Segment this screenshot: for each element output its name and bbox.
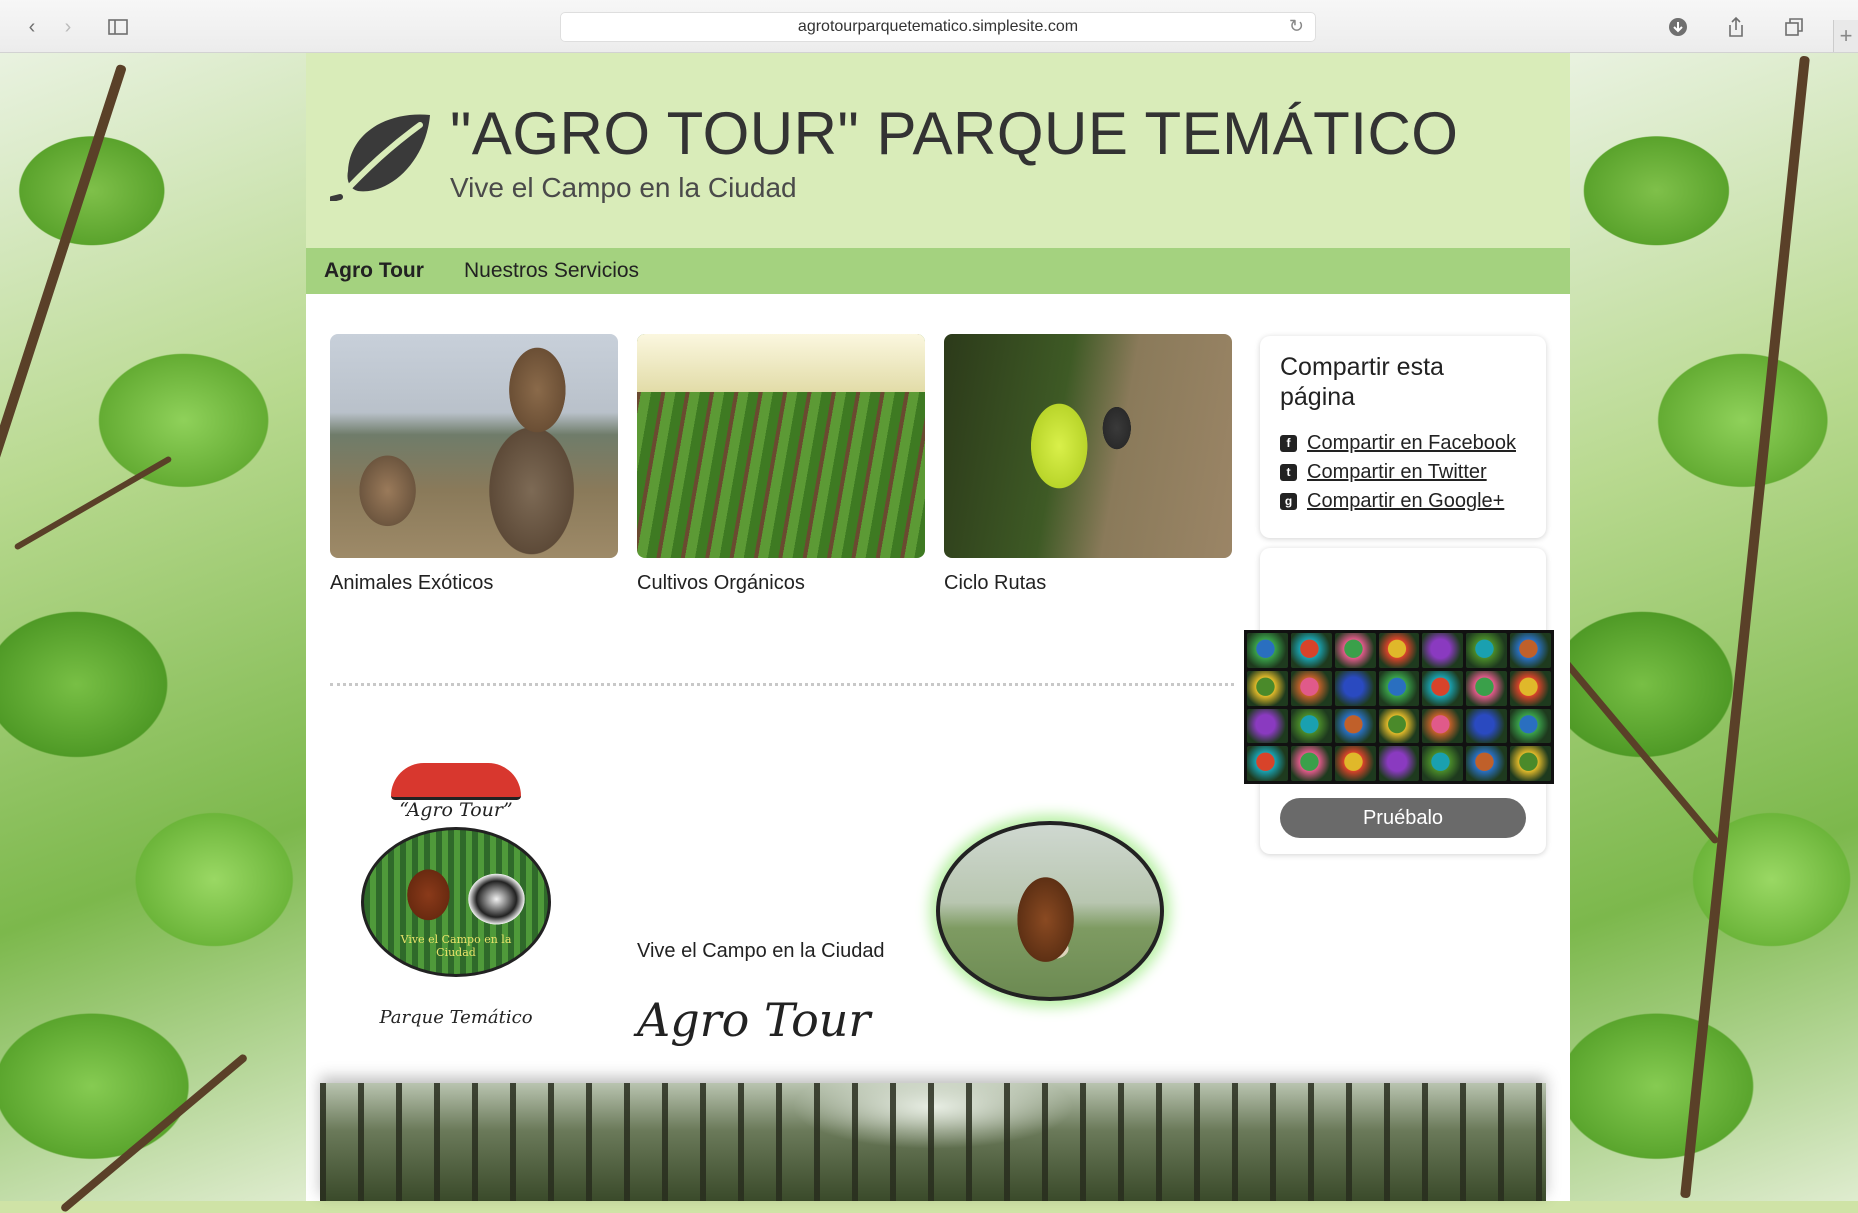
bird-photo-tile: [1378, 633, 1420, 668]
promo-box: Pruébalo: [1244, 548, 1554, 854]
reload-icon[interactable]: ↻: [1289, 16, 1304, 37]
bird-photo-tile: [1510, 746, 1551, 781]
bird-photo-tile: [1510, 670, 1551, 706]
page-container: "AGRO TOUR" PARQUE TEMÁTICO Vive el Camp…: [306, 53, 1570, 1201]
ostrich-image[interactable]: [330, 334, 618, 558]
share-twitter-link[interactable]: t Compartir en Twitter: [1280, 461, 1487, 484]
bird-photo-tile: [1422, 670, 1464, 706]
dotted-divider: [330, 683, 1234, 686]
bird-photo-tile: [1334, 633, 1376, 668]
twitter-icon: t: [1280, 464, 1297, 481]
feature-animales[interactable]: Animales Exóticos: [330, 334, 618, 595]
new-tab-icon[interactable]: +: [1833, 20, 1858, 52]
bird-photo-tile: [1290, 633, 1332, 668]
birds-collage-image[interactable]: [1244, 630, 1554, 784]
site-title: "AGRO TOUR" PARQUE TEMÁTICO: [450, 100, 1459, 167]
site-header: "AGRO TOUR" PARQUE TEMÁTICO Vive el Camp…: [306, 53, 1570, 248]
horse-image: [936, 821, 1164, 1001]
bird-photo-tile: [1378, 746, 1420, 781]
url-text: agrotourparquetematico.simplesite.com: [797, 18, 1079, 35]
hat-shape: [391, 763, 521, 800]
bird-photo-tile: [1422, 633, 1464, 668]
address-bar[interactable]: agrotourparquetematico.simplesite.com ↻: [560, 12, 1316, 42]
forward-icon[interactable]: ›: [52, 12, 84, 42]
share-icon[interactable]: [1720, 12, 1752, 42]
facebook-icon: f: [1280, 435, 1297, 452]
forest-banner-image: [320, 1083, 1546, 1201]
feature-caption[interactable]: Cultivos Orgánicos: [637, 572, 925, 595]
bird-photo-tile: [1378, 670, 1420, 706]
badge-bottom-text: Parque Temático: [379, 1007, 533, 1028]
bird-photo-tile: [1290, 746, 1332, 781]
feature-ciclo-rutas[interactable]: Ciclo Rutas: [944, 334, 1232, 595]
bird-photo-tile: [1510, 708, 1551, 744]
bird-photo-tile: [1247, 708, 1288, 744]
share-google-label[interactable]: Compartir en Google+: [1307, 490, 1504, 513]
back-icon[interactable]: ‹: [16, 12, 48, 42]
cycling-image[interactable]: [944, 334, 1232, 558]
bird-photo-tile: [1290, 670, 1332, 706]
bird-photo-tile: [1422, 746, 1464, 781]
leaf-icon: [330, 114, 430, 201]
site-subtitle: Vive el Campo en la Ciudad: [450, 172, 797, 203]
background-leaves-left: [0, 53, 306, 1213]
agro-tour-script-logo: Agro Tour: [637, 993, 871, 1047]
share-google-link[interactable]: g Compartir en Google+: [1280, 490, 1504, 513]
feature-caption[interactable]: Animales Exóticos: [330, 572, 618, 595]
crops-image[interactable]: [637, 334, 925, 558]
bird-photo-tile: [1466, 633, 1508, 668]
bird-photo-tile: [1334, 708, 1376, 744]
share-facebook-link[interactable]: f Compartir en Facebook: [1280, 432, 1516, 455]
bird-photo-tile: [1247, 633, 1288, 668]
feature-caption[interactable]: Ciclo Rutas: [944, 572, 1232, 595]
agro-tour-logo: “Agro Tour” Vive el Campo en la Ciudad P…: [361, 763, 601, 1043]
sidebar-icon[interactable]: [102, 12, 134, 42]
bird-photo-tile: [1247, 746, 1288, 781]
google-plus-icon: g: [1280, 493, 1297, 510]
bird-photo-tile: [1422, 708, 1464, 744]
main-nav: Agro Tour Nuestros Servicios: [306, 248, 1570, 294]
share-facebook-label[interactable]: Compartir en Facebook: [1307, 432, 1516, 455]
bird-photo-tile: [1334, 670, 1376, 706]
share-twitter-label[interactable]: Compartir en Twitter: [1307, 461, 1487, 484]
share-box: Compartir esta página f Compartir en Fac…: [1260, 336, 1546, 538]
bird-photo-tile: [1247, 670, 1288, 706]
feature-cultivos[interactable]: Cultivos Orgánicos: [637, 334, 925, 595]
share-title: Compartir esta página: [1280, 353, 1444, 411]
bird-photo-tile: [1466, 746, 1508, 781]
badge-ribbon-text: Vive el Campo en la Ciudad: [400, 933, 512, 959]
tabs-icon[interactable]: [1778, 12, 1810, 42]
bird-photo-tile: [1510, 633, 1551, 668]
browser-toolbar: ‹ › agrotourparquetematico.simplesite.co…: [0, 0, 1858, 53]
nav-item-agro-tour[interactable]: Agro Tour: [324, 248, 424, 294]
tagline-text: Vive el Campo en la Ciudad: [637, 940, 885, 962]
try-button[interactable]: Pruébalo: [1280, 798, 1526, 838]
bird-photo-tile: [1334, 746, 1376, 781]
badge-top-text: “Agro Tour”: [399, 799, 513, 821]
bird-photo-tile: [1466, 670, 1508, 706]
nav-item-nuestros-servicios[interactable]: Nuestros Servicios: [464, 248, 639, 294]
bird-photo-tile: [1290, 708, 1332, 744]
bird-photo-tile: [1466, 708, 1508, 744]
background-leaves-right: [1547, 53, 1858, 1201]
download-icon[interactable]: [1662, 12, 1694, 42]
bird-photo-tile: [1378, 708, 1420, 744]
